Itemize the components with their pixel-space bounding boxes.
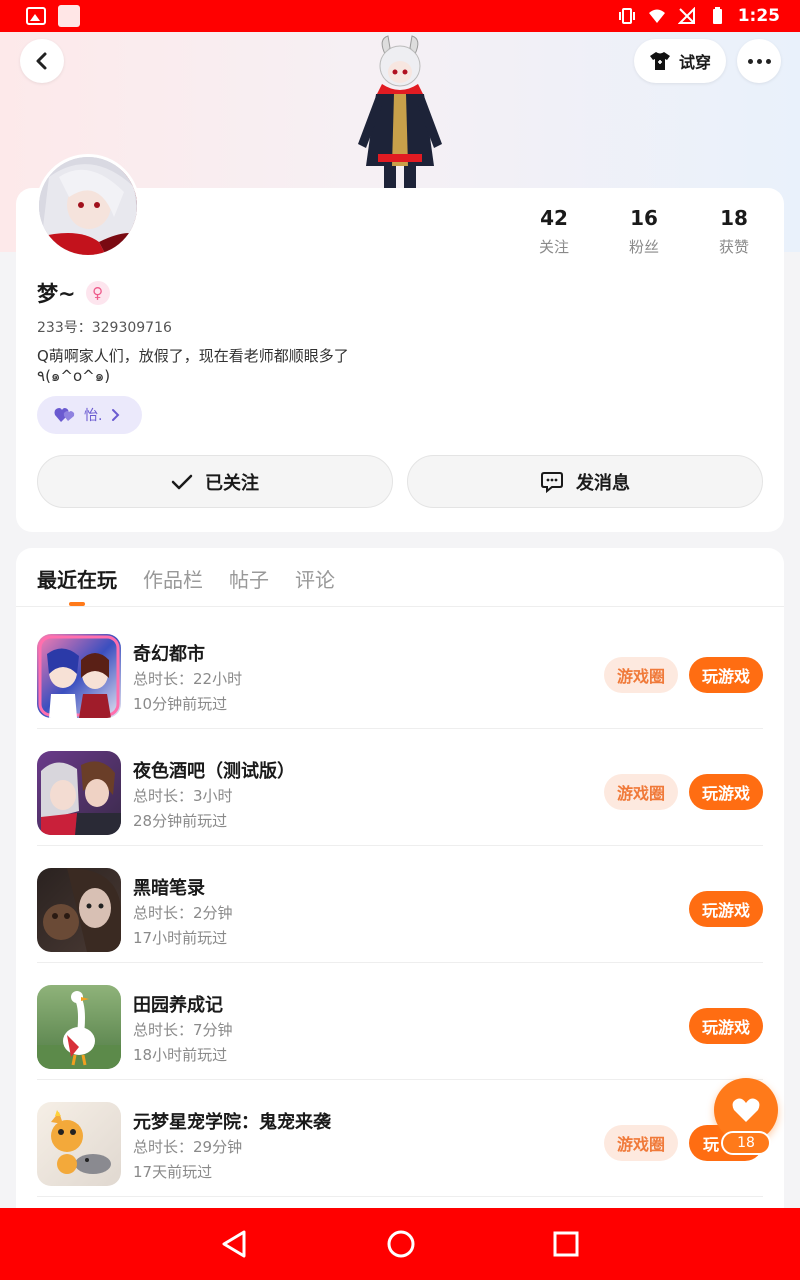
tab-posts[interactable]: 帖子 (229, 564, 269, 593)
game-title: 元梦星宠学院：鬼宠来袭 (133, 1112, 331, 1133)
stat-following[interactable]: 42 关注 (509, 206, 599, 257)
status-bar: 1:25 (0, 0, 800, 32)
stat-number: 42 (540, 206, 568, 230)
stat-number: 18 (720, 206, 748, 230)
send-message-button[interactable]: 发消息 (407, 455, 763, 508)
game-duration: 总时长：29分钟 (133, 1138, 243, 1156)
game-last-played: 10分钟前玩过 (133, 695, 228, 713)
game-duration: 总时长：2分钟 (133, 904, 233, 922)
bio-line: ٩(๑^o^๑) (37, 367, 111, 385)
game-icon (37, 634, 121, 718)
more-options-button[interactable] (737, 39, 781, 83)
game-title: 田园养成记 (133, 995, 223, 1016)
game-row[interactable]: 夜色酒吧（测试版） 总时长：3小时 28分钟前玩过 游戏圈 玩游戏 (37, 729, 763, 846)
female-icon: ♀ (85, 281, 110, 305)
game-icon (37, 751, 121, 835)
followed-button[interactable]: 已关注 (37, 455, 393, 508)
game-title: 奇幻都市 (133, 644, 205, 665)
name-row: 梦~ ♀ (37, 278, 110, 308)
stat-label: 获赞 (718, 238, 749, 256)
check-icon (171, 474, 193, 489)
game-circle-button[interactable]: 游戏圈 (604, 774, 678, 810)
tab-works[interactable]: 作品栏 (143, 564, 203, 593)
chevron-right-icon (112, 409, 120, 421)
game-circle-button[interactable]: 游戏圈 (604, 1125, 678, 1161)
stat-label: 粉丝 (628, 238, 659, 256)
tab-recently-played[interactable]: 最近在玩 (37, 564, 117, 593)
game-row[interactable]: 元梦星宠学院：鬼宠来袭 总时长：29分钟 17天前玩过 游戏圈 玩 (37, 1080, 763, 1197)
heart-icon (732, 1098, 760, 1122)
app-notification-icon (58, 5, 80, 27)
profile-stats: 42 关注 16 粉丝 18 获赞 (509, 206, 779, 257)
game-last-played: 17天前玩过 (133, 1163, 213, 1181)
bio-line: Q萌啊家人们，放假了，现在看老师都顺眼多了 (37, 347, 349, 365)
try-on-button[interactable]: 试穿 (634, 39, 726, 83)
play-game-button[interactable]: 玩游戏 (689, 657, 763, 693)
back-arrow-icon (36, 52, 47, 70)
game-row[interactable]: 田园养成记 总时长：7分钟 18小时前玩过 玩游戏 (37, 963, 763, 1080)
game-last-played: 28分钟前玩过 (133, 812, 228, 830)
game-row[interactable]: 黑暗笔录 总时长：2分钟 17小时前玩过 玩游戏 (37, 846, 763, 963)
game-icon (37, 868, 121, 952)
game-title: 黑暗笔录 (133, 878, 205, 899)
avatar[interactable] (36, 154, 140, 258)
chat-icon (541, 471, 563, 493)
game-duration: 总时长：3小时 (133, 787, 233, 805)
wifi-icon (648, 9, 665, 23)
stat-label: 关注 (538, 238, 569, 256)
tab-comments[interactable]: 评论 (295, 564, 335, 593)
intimacy-tag[interactable]: 怡. (37, 396, 142, 434)
image-notification-icon (26, 7, 46, 25)
user-id: 233号：329309716 (37, 320, 172, 336)
game-last-played: 18小时前玩过 (133, 1046, 228, 1064)
followed-label: 已关注 (205, 472, 259, 494)
game-row[interactable]: 奇幻都市 总时长：22小时 10分钟前玩过 游戏圈 玩游戏 (37, 612, 763, 729)
nav-back-icon[interactable] (220, 1229, 250, 1259)
system-nav-bar (0, 1208, 800, 1280)
play-game-button[interactable]: 玩游戏 (689, 891, 763, 927)
stat-number: 16 (630, 206, 658, 230)
game-title: 夜色酒吧（测试版） (133, 761, 295, 782)
play-game-button[interactable]: 玩游戏 (689, 1008, 763, 1044)
no-signal-icon (677, 7, 695, 24)
divider (16, 606, 784, 607)
battery-icon (712, 7, 722, 24)
game-duration: 总时长：7分钟 (133, 1021, 233, 1039)
vibrate-icon (618, 8, 635, 24)
game-last-played: 17小时前玩过 (133, 929, 228, 947)
play-game-button[interactable]: 玩游戏 (689, 774, 763, 810)
double-heart-icon (54, 408, 75, 422)
more-dots-icon (747, 58, 771, 64)
back-button[interactable] (20, 39, 64, 83)
status-time: 1:25 (737, 6, 780, 26)
tag-label: 怡. (84, 408, 103, 424)
send-message-label: 发消息 (576, 472, 630, 494)
stat-likes[interactable]: 18 获赞 (689, 206, 779, 257)
nav-home-icon[interactable] (386, 1229, 416, 1259)
user-name: 梦~ (37, 282, 76, 306)
try-on-label: 试穿 (678, 53, 711, 72)
user-bio: Q萌啊家人们，放假了，现在看老师都顺眼多了 ٩(๑^o^๑) (37, 346, 397, 386)
game-icon (37, 1102, 121, 1186)
game-icon (37, 985, 121, 1069)
stat-followers[interactable]: 16 粉丝 (599, 206, 689, 257)
like-count-badge: 18 (721, 1131, 771, 1155)
nav-recents-icon[interactable] (552, 1230, 580, 1258)
game-duration: 总时长：22小时 (133, 670, 243, 688)
game-circle-button[interactable]: 游戏圈 (604, 657, 678, 693)
shirt-icon (649, 52, 670, 70)
avatar-3d-figure[interactable] (350, 34, 450, 190)
profile-tabs: 最近在玩 作品栏 帖子 评论 (37, 564, 335, 593)
